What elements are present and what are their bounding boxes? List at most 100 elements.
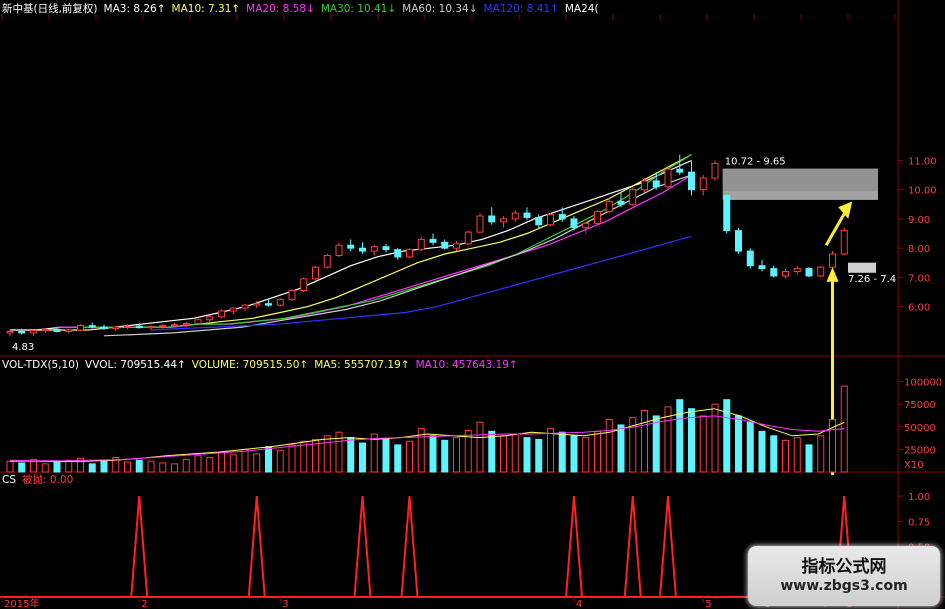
candle-body [805,268,813,277]
candle-body [782,271,789,277]
volume-bar [218,451,225,473]
volume-bar [688,408,695,473]
signal-header: CS 被抛: 0.00 [2,473,79,487]
candle-body [488,215,496,223]
signal-spike [247,496,266,598]
ma120-readout: MA120: 8.41↑ [483,3,559,15]
candle-body [523,212,531,218]
volume-bar [6,460,14,473]
candle-body [335,244,343,256]
candle-body [817,266,825,277]
volume-bar [535,438,543,473]
volume-bar [558,431,566,473]
volume-bar [18,462,26,473]
candle-body [699,177,707,191]
candle-body [617,200,625,205]
candle-body [676,168,684,173]
candle-body [124,325,131,328]
candle-body [206,316,214,321]
volume-bar [617,424,625,473]
signal-spike [659,496,677,598]
volume-bar [347,437,355,473]
price-range-band-top [722,168,878,192]
volume-bar [793,437,801,473]
volume-bar [441,439,449,473]
candle-body [394,249,402,258]
signal-spike [623,496,642,598]
candle-body [276,298,284,306]
ma-line-ma30 [80,154,692,328]
volume-bar [652,415,660,473]
volume-tick-label: 50000 [904,423,936,434]
signal-tick-label: 0.75 [908,517,930,528]
candle-body [652,180,660,188]
candle-body [758,265,766,270]
volume-bar [100,460,108,473]
price-tick-label: 10.00 [908,186,937,197]
candle-body [829,253,836,268]
volume-bar [817,435,825,473]
time-tick-label: 2015年 [4,597,39,609]
volume-bar [500,435,507,473]
price-tick-label: 7.00 [908,273,930,284]
candle-body [171,324,178,327]
volume-header: VOL-TDX(5,10) VVOL: 709515.44↑ VOLUME: 709… [2,358,524,372]
signal-name: CS [2,474,16,486]
volume-bar [300,440,308,473]
volume-bar [547,428,554,473]
vol-ma10-readout: MA10: 457643.19↑ [415,359,518,371]
candle-body [229,307,237,312]
signal-spike [565,496,583,598]
volume-bar [241,448,249,473]
candle-body [218,310,225,318]
candle-body [65,329,73,332]
ma10-readout: MA10: 7.31↑ [171,3,241,15]
candle-body [605,200,613,213]
volume-bar [594,430,601,473]
candle-body [6,330,14,334]
candle-body [300,278,308,292]
volume-bar [735,415,742,473]
candle-body [441,241,449,249]
volume-bar [476,421,484,473]
ma240-readout: MA24( [564,3,599,15]
volume-bar [723,399,731,473]
volume-bar [276,449,284,473]
candle-body [547,214,554,226]
candle-body [53,328,61,332]
candle-body [241,304,249,309]
candle-body [770,268,778,277]
candle-body [382,246,390,251]
candle-body [406,249,413,258]
volume-ma10-line [9,415,845,462]
volume-bar [323,435,331,473]
candle-body [182,323,190,326]
volume-bar [453,437,460,473]
price-tick-label: 9.00 [908,215,930,226]
candle-body [464,231,472,245]
volume-tick-label: 75000 [904,400,936,411]
candle-body [159,325,167,328]
volume-bar [253,453,261,473]
volume-bar [570,435,578,473]
candle-body [594,211,601,224]
volume-bar [582,437,590,473]
volume-panel[interactable] [6,385,848,473]
candle-body [664,168,672,188]
candle-body [288,290,296,300]
volume-bar [523,437,531,473]
candle-body [535,216,543,226]
candle-body [88,325,96,328]
volume-bar [746,421,754,473]
candle-body [147,325,155,329]
candle-body [347,244,355,249]
signal-readout: 被抛: 0.00 [22,474,74,486]
candle-body [323,254,331,268]
ma60-readout: MA60: 10.34↓ [402,3,478,15]
candle-body [30,330,37,334]
price-panel[interactable]: 4.83 10.72 - 9.65 7.26 - 7.4 [6,154,896,475]
candle-body [793,268,801,273]
time-tick-label: 5 [705,599,711,609]
volume-bar [429,435,437,473]
volume-bar [135,459,143,473]
